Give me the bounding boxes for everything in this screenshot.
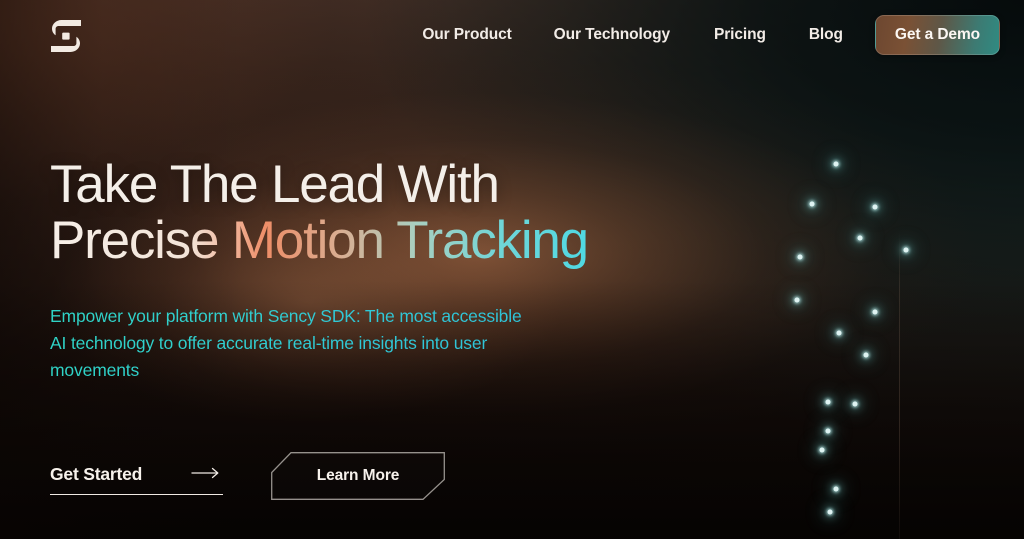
nav-link-blog[interactable]: Blog (809, 20, 843, 50)
tracking-dot (872, 309, 878, 315)
background-vertical-seam (899, 232, 900, 539)
learn-more-button[interactable]: Learn More (271, 452, 445, 500)
tracking-dot (863, 352, 869, 358)
get-a-demo-button[interactable]: Get a Demo (874, 15, 1000, 55)
tracking-dot (794, 297, 800, 303)
get-started-label: Get Started (50, 464, 143, 484)
tracking-dot (825, 428, 831, 434)
tracking-dot (833, 486, 839, 492)
learn-more-label: Learn More (316, 467, 400, 484)
hero-cta-row: Get Started Learn More (50, 452, 445, 500)
tracking-dot (852, 401, 858, 407)
nav-link-our-technology[interactable]: Our Technology (554, 20, 670, 50)
nav-link-our-product[interactable]: Our Product (422, 20, 511, 50)
tracking-dot (836, 330, 842, 336)
hero-page: Our Product Our Technology Pricing Blog … (0, 0, 1024, 539)
tracking-dot (833, 161, 839, 167)
site-header: Our Product Our Technology Pricing Blog … (0, 0, 1024, 70)
tracking-dot (825, 399, 831, 405)
page-title-line-1: Take The Lead With (50, 155, 500, 214)
page-title-line-2: Precise Motion Tracking (50, 211, 589, 270)
tracking-dot (903, 247, 909, 253)
tracking-dot (827, 509, 833, 515)
nav-link-pricing[interactable]: Pricing (714, 20, 766, 50)
get-started-button[interactable]: Get Started (50, 457, 223, 495)
hero-subtitle: Empower your platform with Sency SDK: Th… (50, 303, 530, 384)
main-navigation: Our Product Our Technology Pricing Blog … (422, 0, 1024, 70)
get-a-demo-label: Get a Demo (894, 26, 980, 43)
tracking-dot (857, 235, 863, 241)
tracking-dot (809, 201, 815, 207)
tracking-dot (819, 447, 825, 453)
arrow-right-icon (191, 466, 221, 484)
tracking-dot (872, 204, 878, 210)
tracking-dot (797, 254, 803, 260)
sency-s-logo-icon[interactable] (48, 19, 84, 53)
